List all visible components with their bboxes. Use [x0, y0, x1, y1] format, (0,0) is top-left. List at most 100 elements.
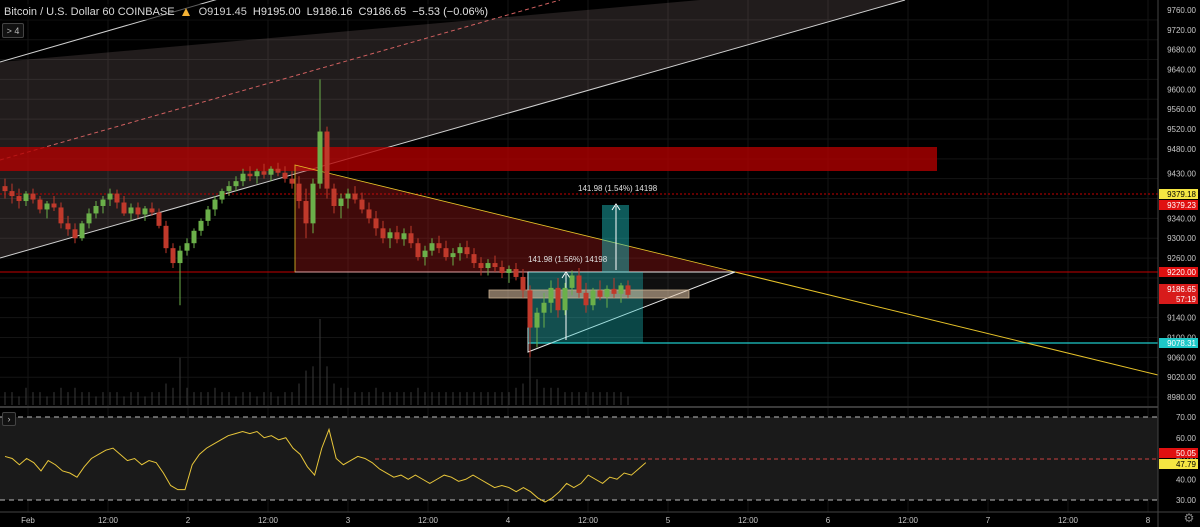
candle-body — [597, 290, 603, 297]
rsi-label-current: 47.79 — [1176, 460, 1197, 469]
candle-body — [625, 285, 631, 295]
candle-body — [485, 263, 491, 269]
candle-body — [611, 288, 617, 294]
price-label-countdown: 57:19 — [1176, 295, 1197, 304]
volume-bar — [53, 392, 55, 405]
volume-bar — [340, 387, 342, 405]
candle-body — [65, 223, 71, 230]
price-label-9220: 9220.00 — [1167, 268, 1196, 277]
volume-bar — [256, 396, 258, 405]
candle-body — [338, 198, 344, 206]
volume-bar — [578, 392, 580, 405]
volume-bar — [39, 392, 41, 405]
candle-body — [86, 213, 92, 224]
gear-icon[interactable]: ⚙ — [1182, 511, 1196, 525]
rsi-tick-label: 40.00 — [1176, 475, 1197, 484]
volume-bar — [550, 387, 552, 405]
volume-bar — [116, 392, 118, 405]
price-tick-label: 9640.00 — [1167, 65, 1196, 74]
volume-bar — [445, 392, 447, 405]
volume-bar — [410, 392, 412, 405]
candle-body — [527, 290, 533, 328]
volume-bar — [249, 392, 251, 405]
candle-body — [226, 186, 232, 192]
candle-body — [471, 254, 477, 264]
candle-body — [373, 218, 379, 229]
price-tick-label: 9140.00 — [1167, 314, 1196, 323]
candle-body — [303, 201, 309, 224]
candle-body — [282, 172, 288, 179]
volume-bar — [263, 392, 265, 405]
candle-body — [443, 248, 449, 258]
time-tick-label: 12:00 — [578, 516, 599, 525]
change-value: −5.53 (−0.06%) — [412, 6, 489, 18]
volume-bar — [466, 392, 468, 405]
high-value: H9195.00 — [252, 6, 301, 18]
low-value: L9186.16 — [306, 6, 353, 18]
consolidation-box[interactable] — [488, 289, 690, 299]
rsi-tick-label: 70.00 — [1176, 413, 1197, 422]
volume-bar — [319, 319, 321, 405]
symbol-header[interactable]: Bitcoin / U.S. Dollar 60 COINBASE O9191.… — [2, 4, 493, 20]
volume-bar — [487, 392, 489, 405]
candle-body — [401, 233, 407, 240]
volume-bar — [452, 392, 454, 405]
volume-bar — [81, 392, 83, 405]
candle-body — [394, 232, 400, 240]
candle-body — [44, 203, 50, 210]
volume-bar — [200, 392, 202, 405]
price-tick-label: 9480.00 — [1167, 145, 1196, 154]
volume-bar — [172, 387, 174, 405]
time-tick-label: 6 — [826, 516, 831, 525]
candle-body — [100, 199, 106, 206]
candle-body — [506, 269, 512, 273]
rsi-tick-label: 30.00 — [1176, 496, 1197, 505]
volume-bar — [298, 383, 300, 405]
trendline-extension[interactable] — [734, 271, 1159, 376]
volume-bar — [32, 392, 34, 405]
candle-body — [576, 275, 582, 293]
price-tick-label: 8980.00 — [1167, 393, 1196, 402]
candle-body — [184, 243, 190, 251]
candle-body — [548, 287, 554, 303]
volume-bar — [179, 357, 181, 405]
price-tick-label: 9760.00 — [1167, 6, 1196, 15]
volume-bar — [571, 392, 573, 405]
candle-body — [289, 178, 295, 184]
volume-bar — [158, 392, 160, 405]
candle-body — [513, 269, 519, 277]
volume-bar — [67, 392, 69, 405]
candle-body — [114, 193, 120, 203]
price-chart[interactable]: 141.98 (1.54%) 14198 141.98 (1.56%) 1419… — [0, 0, 1200, 527]
resistance-zone[interactable] — [0, 147, 937, 171]
time-tick-label: 3 — [346, 516, 351, 525]
volume-bar — [333, 383, 335, 405]
volume-bar — [431, 392, 433, 405]
candle-body — [135, 207, 141, 215]
volume-bar — [60, 387, 62, 405]
volume-bar — [291, 392, 293, 405]
rsi-toggle-button[interactable]: › — [2, 412, 16, 426]
candle-body — [520, 276, 526, 291]
candle-body — [492, 263, 498, 268]
volume-bar — [11, 392, 13, 405]
indicators-toggle-button[interactable]: > 4 — [2, 23, 24, 38]
rsi-tick-label: 60.00 — [1176, 434, 1197, 443]
candle-body — [534, 312, 540, 328]
time-axis[interactable]: Feb 12:00 2 12:00 3 12:00 4 12:00 5 12:00 6 12:00 7 1… — [21, 516, 1151, 525]
volume-bar — [123, 396, 125, 405]
volume-bar — [543, 387, 545, 405]
candle-body — [156, 212, 162, 226]
candle-body — [128, 207, 134, 214]
candle-body — [247, 173, 253, 177]
volume-bar — [627, 396, 629, 405]
volume-bar — [242, 392, 244, 405]
time-tick-label: 2 — [186, 516, 191, 525]
volume-bar — [501, 392, 503, 405]
symbol-title[interactable]: Bitcoin / U.S. Dollar 60 COINBASE — [4, 6, 175, 18]
candle-body — [212, 199, 218, 210]
candle-body — [79, 223, 85, 239]
candle-body — [121, 202, 127, 214]
time-tick-label: 4 — [506, 516, 511, 525]
price-tick-label: 9300.00 — [1167, 234, 1196, 243]
